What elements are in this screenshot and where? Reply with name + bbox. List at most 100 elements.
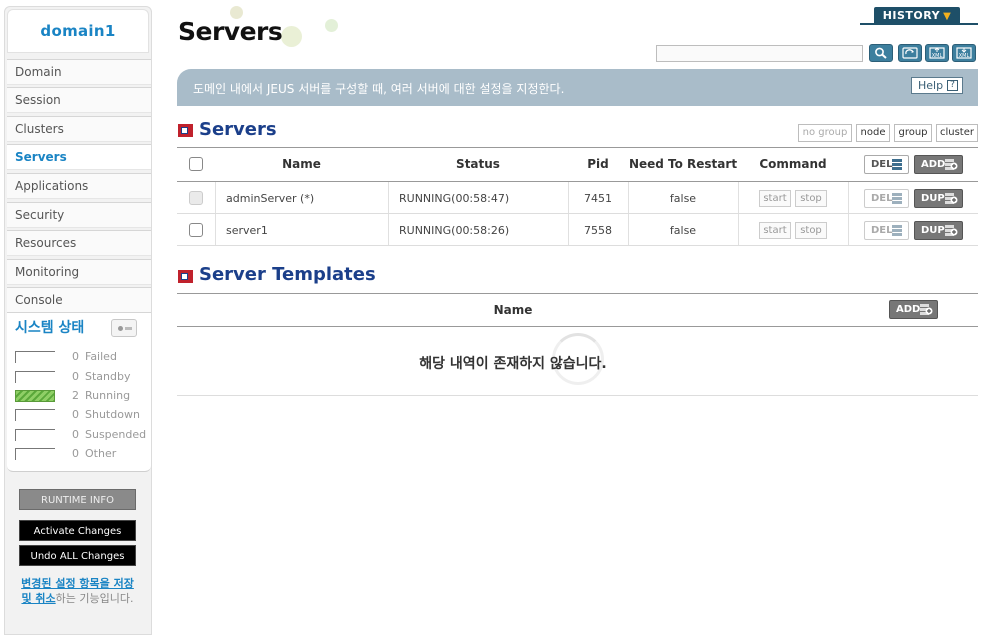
sidebar-item-clusters[interactable]: Clusters	[7, 116, 151, 142]
status-bar	[15, 409, 55, 421]
status-bar-running	[15, 390, 55, 402]
server-status: RUNNING(00:58:26)	[399, 224, 510, 237]
status-label: Suspended	[85, 428, 147, 441]
sidebar-item-label: Applications	[15, 179, 89, 193]
help-label: Help	[918, 79, 944, 92]
changes-note: 변경된 설정 항목을 저장 및 취소하는 기능입니다.	[20, 576, 135, 606]
description-text: 도메인 내에서 JEUS 서버를 구성할 때, 여러 서버에 대한 설정을 지정…	[193, 82, 565, 96]
status-label: Running	[85, 389, 131, 402]
server-name-link[interactable]: server1	[226, 224, 268, 237]
section-icon	[178, 270, 193, 283]
column-header-restart[interactable]: Need To Restart	[628, 157, 738, 171]
status-toggle-icon[interactable]	[111, 319, 137, 337]
filter-no-group-button[interactable]: no group	[798, 124, 852, 142]
system-status-title: 시스템 상태	[15, 320, 85, 336]
decoration-circle	[281, 26, 302, 47]
column-header-command[interactable]: Command	[738, 157, 848, 171]
sidebar-item-label: Domain	[15, 65, 62, 79]
start-button[interactable]: start	[759, 190, 791, 207]
status-row-suspended: 0 Suspended	[15, 427, 147, 443]
delete-selected-button[interactable]: DEL	[864, 155, 909, 174]
status-row-other: 0 Other	[15, 446, 145, 462]
server-stack-icon	[892, 159, 902, 170]
changes-note-text: 하는 기능입니다.	[55, 592, 134, 605]
table-top-border	[177, 293, 978, 294]
status-count: 0	[72, 370, 79, 383]
status-bar	[15, 448, 55, 460]
server-name-link[interactable]: adminServer (*)	[226, 192, 314, 205]
filter-node-button[interactable]: node	[856, 124, 890, 142]
page-title: Servers	[178, 17, 283, 46]
column-header-status[interactable]: Status	[388, 157, 568, 171]
empty-message: 해당 내역이 존재하지 않습니다.	[419, 356, 607, 372]
row-checkbox[interactable]	[189, 191, 203, 205]
stop-button[interactable]: stop	[795, 190, 827, 207]
start-button[interactable]: start	[759, 222, 791, 239]
svg-text:XML: XML	[932, 53, 943, 59]
xml-export-icon[interactable]: XML	[925, 44, 949, 62]
domain-name[interactable]: domain1	[40, 22, 115, 40]
sidebar-item-security[interactable]: Security	[7, 202, 151, 228]
status-count: 0	[72, 408, 79, 421]
server-need-restart: false	[669, 192, 697, 205]
add-template-button[interactable]: ADD	[889, 300, 938, 319]
status-label: Shutdown	[85, 408, 140, 421]
server-stack-icon	[892, 225, 902, 236]
sidebar-item-console[interactable]: Console	[7, 287, 151, 313]
status-row-standby: 0 Standby	[15, 369, 145, 385]
add-server-icon	[920, 304, 933, 315]
sidebar-item-label: Console	[15, 293, 63, 307]
history-label: HISTORY	[882, 9, 941, 22]
sidebar-item-applications[interactable]: Applications	[7, 173, 151, 199]
stop-button[interactable]: stop	[795, 222, 827, 239]
status-bar	[15, 429, 55, 441]
section-icon	[178, 124, 193, 137]
help-button[interactable]: Help?	[911, 77, 963, 94]
row-border	[177, 213, 978, 214]
search-icon[interactable]	[869, 44, 893, 62]
column-header-template-name[interactable]: Name	[177, 303, 849, 317]
sidebar-item-label: Security	[15, 208, 65, 222]
table-bottom-border	[177, 395, 978, 396]
history-tab[interactable]: HISTORY ▼	[874, 7, 960, 24]
delete-row-button[interactable]: DEL	[864, 189, 909, 208]
status-count: 0	[72, 447, 79, 460]
sidebar-item-servers[interactable]: Servers	[7, 144, 151, 170]
sidebar-item-domain[interactable]: Domain	[7, 59, 151, 85]
row-checkbox[interactable]	[189, 223, 203, 237]
activate-changes-button[interactable]: Activate Changes	[19, 520, 136, 541]
runtime-info-button[interactable]: RUNTIME INFO	[19, 489, 136, 510]
undo-all-changes-button[interactable]: Undo ALL Changes	[19, 545, 136, 566]
sidebar-item-resources[interactable]: Resources	[7, 230, 151, 256]
system-status-panel: 시스템 상태 0 Failed 0 Standby 2 Running 0 Sh…	[7, 312, 151, 472]
duplicate-row-button[interactable]: DUP	[914, 189, 963, 208]
xml-import-icon[interactable]: XML	[952, 44, 976, 62]
delete-row-button[interactable]: DEL	[864, 221, 909, 240]
status-label: Standby	[85, 370, 131, 383]
filter-group-button[interactable]: group	[894, 124, 932, 142]
status-count: 0	[72, 428, 79, 441]
search-input[interactable]	[656, 45, 863, 62]
sidebar-item-label: Clusters	[15, 122, 64, 136]
column-header-pid[interactable]: Pid	[568, 157, 628, 171]
sidebar-item-session[interactable]: Session	[7, 87, 151, 113]
status-label: Failed	[85, 350, 117, 363]
history-underline	[860, 23, 978, 25]
domain-header[interactable]: domain1	[7, 9, 149, 53]
status-count: 2	[72, 389, 79, 402]
status-bar	[15, 351, 55, 363]
filter-cluster-button[interactable]: cluster	[936, 124, 978, 142]
status-row-failed: 0 Failed	[15, 349, 145, 365]
server-need-restart: false	[669, 224, 697, 237]
select-all-checkbox[interactable]	[189, 157, 203, 171]
add-server-button[interactable]: ADD	[914, 155, 963, 174]
templates-section-title: Server Templates	[199, 264, 376, 285]
table-header-border	[177, 181, 978, 182]
column-header-name[interactable]: Name	[215, 157, 388, 171]
button-label: DUP	[921, 225, 945, 236]
status-row-shutdown: 0 Shutdown	[15, 407, 145, 423]
sidebar-item-monitoring[interactable]: Monitoring	[7, 259, 151, 285]
status-row-running: 2 Running	[15, 388, 145, 404]
duplicate-row-button[interactable]: DUP	[914, 221, 963, 240]
refresh-icon[interactable]	[898, 44, 922, 62]
